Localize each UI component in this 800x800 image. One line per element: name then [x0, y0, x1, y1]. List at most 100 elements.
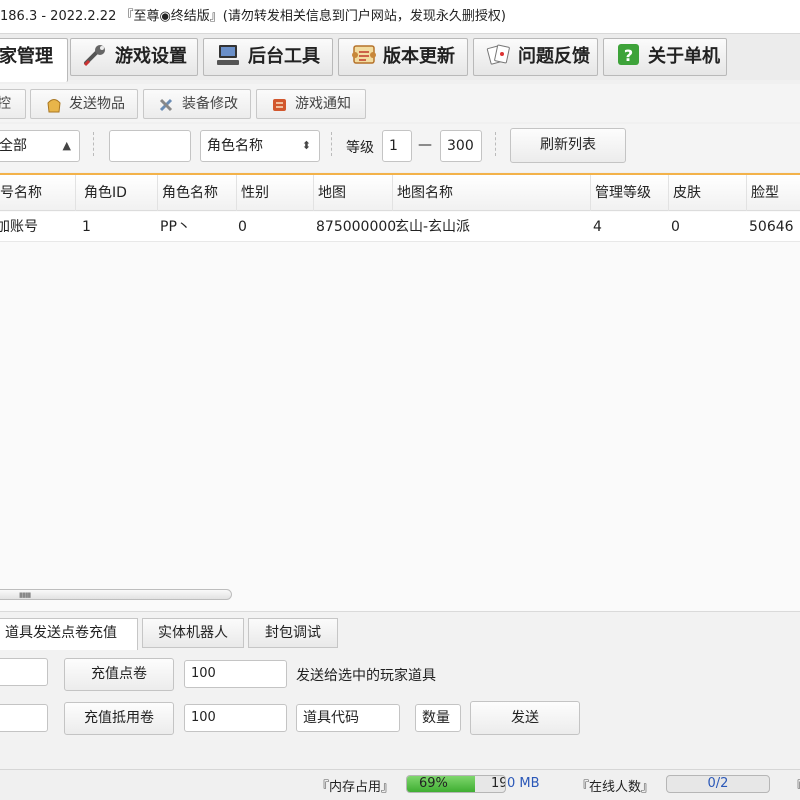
cards-icon	[486, 43, 512, 67]
memory-size: 19	[491, 776, 506, 791]
bag-icon	[45, 95, 63, 112]
quantity-input[interactable]: 数量	[415, 704, 461, 732]
separator	[93, 132, 94, 156]
recharge-voucher-button[interactable]: 充值抵用卷	[64, 702, 174, 735]
tab-label: 后台工具	[248, 46, 320, 67]
subtab-send-items[interactable]: 发送物品	[30, 89, 138, 119]
tab-backend-tools[interactable]: 后台工具	[203, 38, 333, 76]
subtab-equipment-edit[interactable]: 装备修改	[143, 89, 251, 119]
memory-unit: 0 MB	[507, 776, 540, 791]
cell-character-id: 1	[82, 219, 91, 235]
cell-map-name: 玄山-玄山派	[395, 219, 471, 235]
tab-robot[interactable]: 实体机器人	[142, 618, 244, 648]
send-items-hint: 发送给选中的玩家道具	[296, 668, 436, 684]
grip-icon: ▮▮▮▮	[19, 591, 31, 599]
column-character-name[interactable]: 角色名称	[158, 175, 237, 211]
cell-face: 50646	[749, 219, 794, 235]
column-gender[interactable]: 性别	[237, 175, 314, 211]
memory-label: 『内存占用』	[316, 780, 395, 795]
tab-packet-debug[interactable]: 封包调试	[248, 618, 338, 648]
column-skin[interactable]: 皮肤	[669, 175, 747, 211]
refresh-list-button[interactable]: 刷新列表	[510, 128, 626, 163]
subtab-monitor[interactable]: 控	[0, 89, 26, 119]
tab-label: 封包调试	[265, 625, 321, 641]
online-count-bar: 0/2	[666, 775, 770, 793]
points-amount-input[interactable]: 100	[184, 660, 287, 688]
recharge-points-label: 充值点卷	[91, 666, 147, 682]
level-label: 等级	[346, 140, 374, 156]
subtab-label: 控	[0, 96, 11, 112]
scope-select-value: 全部	[0, 138, 27, 154]
tab-feedback[interactable]: 问题反馈	[473, 38, 598, 76]
table-header: 号名称 角色ID 角色名称 性别 地图 地图名称 管理等级 皮肤 脸型	[0, 175, 800, 211]
wrench-icon	[83, 43, 109, 67]
tab-item-send-recharge[interactable]: 道具发送点卷充值	[0, 618, 138, 650]
table-row[interactable]: 加账号 1 PP丶 0 875000000 玄山-玄山派 4 0 50646	[0, 212, 800, 242]
voucher-amount-value: 100	[191, 710, 216, 725]
status-trailing: 『	[790, 776, 800, 795]
updown-arrow-icon: ▲	[62, 139, 71, 152]
field-select-value: 角色名称	[207, 138, 263, 154]
recharge-points-button[interactable]: 充值点卷	[64, 658, 174, 691]
level-min-value: 1	[389, 138, 398, 154]
cell-admin-level: 4	[593, 219, 602, 235]
level-range-dash: —	[418, 137, 432, 153]
scope-select[interactable]: 全部 ▲	[0, 130, 80, 162]
tab-label: 实体机器人	[158, 625, 228, 641]
column-map[interactable]: 地图	[314, 175, 393, 211]
tab-player-management[interactable]: 家管理	[0, 38, 68, 82]
cell-account-name: 加账号	[0, 219, 38, 235]
item-code-input[interactable]: 道具代码	[296, 704, 400, 732]
status-bar: 『内存占用』 69% 19 0 MB 『在线人数』 0/2 『	[0, 769, 800, 800]
item-code-placeholder: 道具代码	[303, 710, 359, 726]
recharge-voucher-label: 充值抵用卷	[84, 710, 154, 726]
account-input[interactable]	[0, 658, 48, 686]
horizontal-scrollbar[interactable]: ▮▮▮▮	[0, 587, 800, 601]
scroll-icon	[351, 43, 377, 67]
memory-progress-bar: 69% 19	[406, 775, 506, 793]
separator	[331, 132, 332, 156]
send-label: 发送	[511, 710, 539, 726]
tab-game-settings[interactable]: 游戏设置	[70, 38, 198, 76]
window-titlebar: 186.3 - 2022.2.22 『至尊◉终结版』(请勿转发相关信息到门户网站…	[0, 0, 800, 34]
level-max-value: 300	[447, 138, 474, 154]
tab-label: 问题反馈	[518, 46, 590, 67]
tab-label: 道具发送点卷充值	[5, 625, 117, 641]
scrollbar-thumb[interactable]: ▮▮▮▮	[0, 589, 232, 600]
column-map-name[interactable]: 地图名称	[393, 175, 591, 211]
help-icon: ?	[616, 43, 642, 67]
online-label: 『在线人数』	[576, 780, 655, 795]
main-tab-bar: 家管理 游戏设置 后台工具 版本更新 问题反馈 ? 关于单机	[0, 34, 800, 82]
subtab-game-notice[interactable]: 游戏通知	[256, 89, 366, 119]
tools-icon	[158, 95, 176, 111]
column-admin-level[interactable]: 管理等级	[591, 175, 669, 211]
subtab-label: 发送物品	[69, 96, 125, 112]
subtab-label: 游戏通知	[295, 96, 351, 112]
cell-skin: 0	[671, 219, 680, 235]
column-character-id[interactable]: 角色ID	[80, 175, 158, 211]
field-select[interactable]: 角色名称 ⬍	[200, 130, 320, 162]
send-button[interactable]: 发送	[470, 701, 580, 735]
voucher-amount-input[interactable]: 100	[184, 704, 287, 732]
memory-percent: 69%	[419, 776, 448, 791]
column-face[interactable]: 脸型	[747, 175, 800, 211]
computer-icon	[216, 43, 242, 67]
level-min-input[interactable]: 1	[382, 130, 412, 162]
player-table: 号名称 角色ID 角色名称 性别 地图 地图名称 管理等级 皮肤 脸型 加账号 …	[0, 173, 800, 611]
tab-label: 家管理	[0, 46, 53, 67]
tab-version-update[interactable]: 版本更新	[338, 38, 468, 76]
tab-about[interactable]: ? 关于单机	[603, 38, 727, 76]
sub-tab-bar: 控 发送物品 装备修改 游戏通知	[0, 84, 800, 122]
cell-gender: 0	[238, 219, 247, 235]
level-max-input[interactable]: 300	[440, 130, 482, 162]
refresh-list-label: 刷新列表	[540, 137, 596, 153]
cell-character-name: PP丶	[160, 219, 191, 235]
search-input[interactable]	[109, 130, 191, 162]
column-account-name[interactable]: 号名称	[0, 175, 76, 211]
cell-map: 875000000	[316, 219, 396, 235]
tab-label: 关于单机	[648, 46, 720, 67]
points-amount-value: 100	[191, 666, 216, 681]
tab-label: 游戏设置	[115, 46, 187, 67]
tab-label: 版本更新	[383, 46, 455, 67]
account-input-2[interactable]	[0, 704, 48, 732]
